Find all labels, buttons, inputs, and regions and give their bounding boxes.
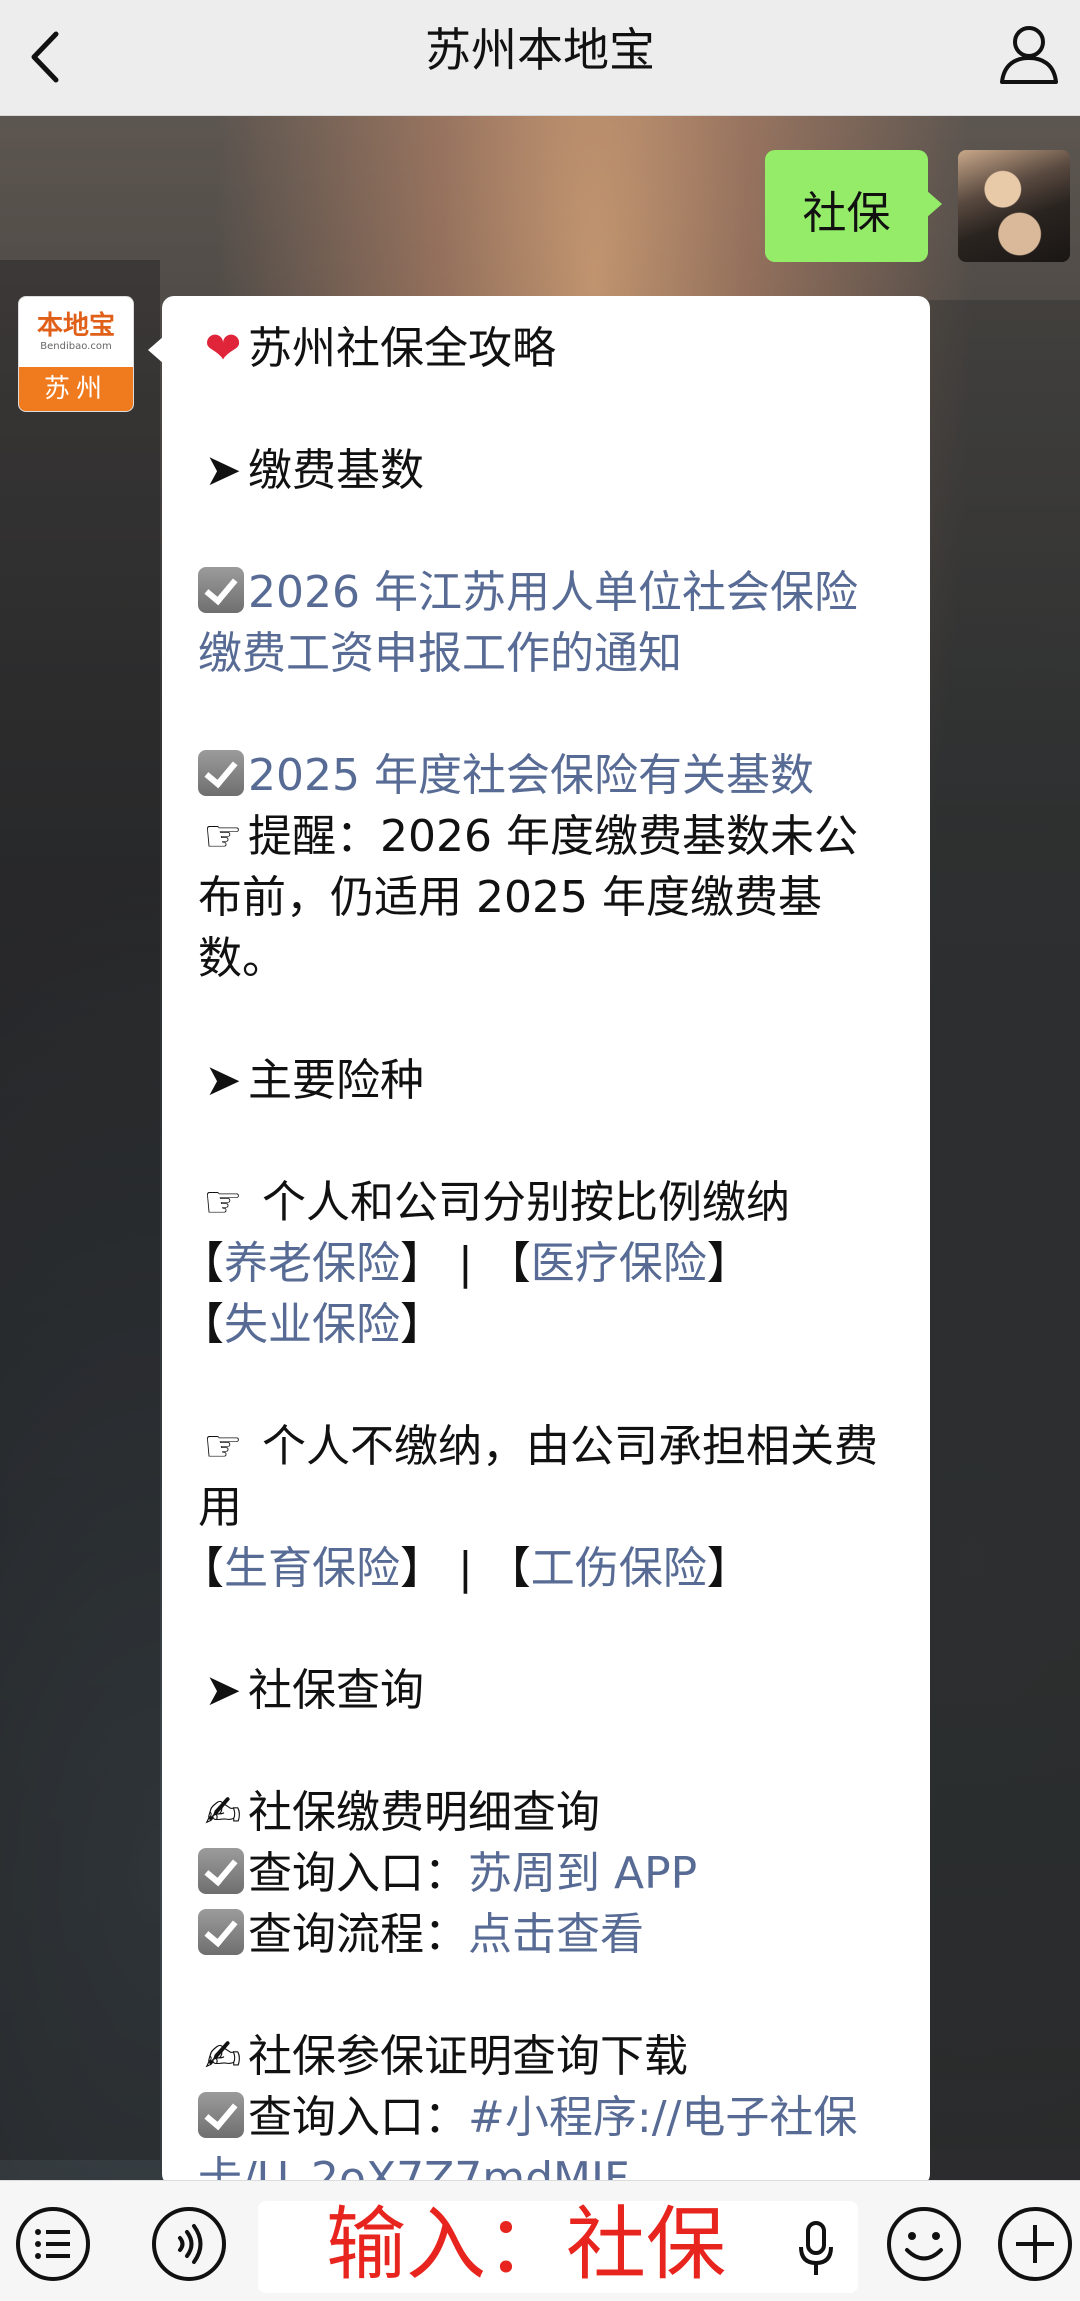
mini-program-link[interactable]: #小程序://电子社保 [468, 2092, 857, 2143]
background-building-left [0, 260, 160, 2160]
message-input[interactable]: 输入：社保 [258, 2198, 858, 2293]
arrow-bullet-icon: ➤ [204, 1665, 242, 1716]
pointing-hand-icon: ☞ [203, 1177, 243, 1228]
reminder-row: ☞ 提醒：2026 年度缴费基数未公布前，仍适用 2025 年度缴费基数。 [198, 806, 898, 989]
view-flow-link[interactable]: 点击查看 [468, 1909, 644, 1960]
section-heading-base: ➤ 缴费基数 [198, 440, 898, 501]
background-building-right [910, 300, 1080, 2150]
bot-message-bubble: ❤ 苏州社保全攻略 ➤ 缴费基数 2026 年江苏用人单位社会保险缴费工资申报工作的… [148, 296, 930, 2204]
unemployment-insurance-link[interactable]: 失业保险 [224, 1299, 400, 1350]
voice-input-icon[interactable] [150, 2205, 228, 2283]
writing-hand-icon: ✍ [204, 2031, 242, 2082]
bot-logo-text: 本地宝 [36, 311, 115, 341]
writing-hand-icon: ✍ [204, 1787, 242, 1838]
note-company-row: ☞ 个人不缴纳，由公司承担相关费用 [198, 1416, 898, 1538]
note-shared-row: ☞ 个人和公司分别按比例缴纳 [198, 1172, 898, 1233]
medical-insurance-link[interactable]: 医疗保险 [531, 1238, 707, 1289]
injury-insurance-link[interactable]: 工伤保险 [531, 1543, 707, 1594]
section-heading-types: ➤ 主要险种 [198, 1050, 898, 1111]
plus-icon[interactable] [996, 2205, 1074, 2283]
insurance-row-3: 【生育保险】 | 【工伤保险】 [180, 1543, 751, 1594]
chat-title: 苏州本地宝 [425, 23, 655, 77]
maternity-insurance-link[interactable]: 生育保险 [224, 1543, 400, 1594]
insurance-row-2: 【失业保险】 [180, 1299, 444, 1350]
check-box-icon [198, 1848, 244, 1894]
emoji-icon[interactable] [885, 2205, 963, 2283]
note-shared-text: 个人和公司分别按比例缴纳 [248, 1177, 790, 1228]
bot-message-content: ❤ 苏州社保全攻略 ➤ 缴费基数 2026 年江苏用人单位社会保险缴费工资申报工作的… [180, 318, 898, 2209]
query1-title-row: ✍ 社保缴费明细查询 [198, 1782, 898, 1843]
bot-avatar[interactable]: 本地宝 Bendibao.com 苏州 [18, 296, 134, 412]
query2-entry-row: 查询入口：#小程序://电子社保 [198, 2087, 898, 2148]
message-title: ❤ 苏州社保全攻略 [198, 318, 898, 379]
input-annotation-text: 输入：社保 [326, 2198, 726, 2291]
check-box-icon [198, 2092, 244, 2138]
notice-2026-link[interactable]: 2026 年江苏用人单位社会保险缴费工资申报工作的通知 [198, 567, 858, 679]
check-box-icon [198, 1909, 244, 1955]
bot-logo-subtext: Bendibao.com [40, 341, 112, 352]
section-heading-query: ➤ 社保查询 [198, 1660, 898, 1721]
base-2025-link[interactable]: 2025 年度社会保险有关基数 [248, 750, 814, 801]
bottom-input-bar: 输入：社保 [0, 2180, 1080, 2301]
query1-entry-row: 查询入口：苏周到 APP [198, 1843, 898, 1904]
user-message-bubble[interactable]: 社保 [765, 150, 942, 262]
reminder-text: 提醒：2026 年度缴费基数未公布前，仍适用 2025 年度缴费基数。 [198, 811, 858, 984]
arrow-bullet-icon: ➤ [204, 1055, 242, 1106]
top-navigation-bar: 苏州本地宝 [0, 0, 1080, 116]
check-box-icon [198, 750, 244, 796]
heart-icon: ❤ [204, 323, 242, 374]
arrow-bullet-icon: ➤ [204, 445, 242, 496]
menu-list-icon[interactable] [14, 2205, 92, 2283]
bot-logo-city: 苏州 [19, 367, 133, 411]
profile-icon[interactable] [996, 20, 1062, 90]
user-avatar[interactable] [958, 150, 1070, 262]
app-entry-link[interactable]: 苏周到 APP [468, 1848, 697, 1899]
query2-title-row: ✍ 社保参保证明查询下载 [198, 2026, 898, 2087]
base-2025-row: 2025 年度社会保险有关基数 [198, 745, 898, 806]
query1-flow-row: 查询流程：点击查看 [198, 1904, 898, 1965]
user-message-text: 社保 [802, 188, 891, 239]
check-box-icon [198, 567, 244, 613]
note-company-text: 个人不缴纳，由公司承担相关费用 [198, 1421, 878, 1533]
notice-link-row: 2026 年江苏用人单位社会保险缴费工资申报工作的通知 [198, 562, 898, 684]
insurance-row-1: 【养老保险】 | 【医疗保险】 [180, 1238, 751, 1289]
microphone-icon[interactable] [796, 2219, 836, 2279]
pointing-hand-icon: ☞ [203, 811, 243, 862]
pointing-hand-icon: ☞ [203, 1421, 243, 1472]
pension-insurance-link[interactable]: 养老保险 [224, 1238, 400, 1289]
